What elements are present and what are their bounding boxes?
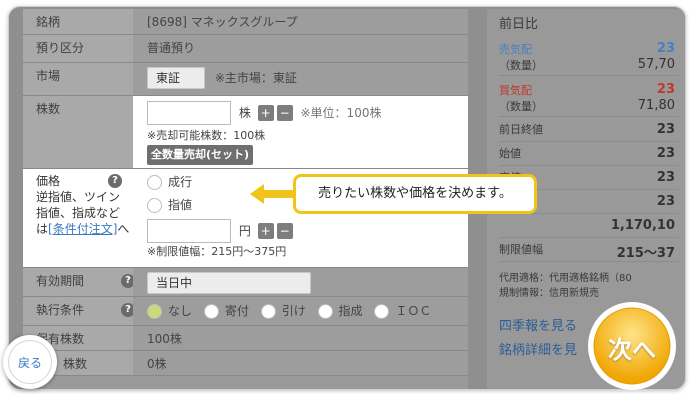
expiry-label: 有効期間 [23,268,133,296]
margin-info: 規制情報：信用新規売 [499,288,599,299]
expiry-select[interactable]: 当日中 [147,272,311,294]
condition-option-label: 引け [281,304,306,318]
quantity-plus-button[interactable]: + [257,105,274,121]
price-label: 価格 [36,174,61,188]
guide-tooltip: 売りたい株数や価格を決めます。 [293,174,537,214]
condition-option-label: ＩＯＣ [395,304,432,318]
next-button[interactable]: 次へ [582,300,682,390]
quantity-input[interactable] [147,101,231,125]
sellable-note: ※売却可能株数：100株 [147,129,266,142]
radio-icon[interactable] [317,304,333,319]
condition-option-label: 指成 [338,304,363,318]
open-label: 始値 [499,147,521,160]
ask-value: 23 [656,41,675,56]
condition-option[interactable]: 引け [260,304,306,319]
condition-cell: なし 寄付 引け 指成 ＩＯＣ [133,297,468,325]
stock-value: [8698] マネックスグループ [133,9,468,34]
radio-icon[interactable] [147,304,162,319]
limit-radio[interactable] [147,198,162,213]
bid-qty: 71,80 [637,98,675,113]
radio-icon[interactable] [260,304,276,319]
prev-close-value: 23 [656,122,675,137]
high-value: 23 [656,170,675,185]
price-range-note: ※制限値幅：215円〜375円 [147,245,287,258]
price-desc-end: へ [117,222,130,236]
bid-label: 買気配 [499,84,532,97]
quantity-cell: 株 + − ※単位：100株 ※売却可能株数：100株 全数量売却(セット) [133,96,468,168]
price-input[interactable] [147,219,231,243]
radio-icon[interactable] [374,304,390,319]
back-label: 戻る [8,340,52,384]
pending-value: 0株 [133,351,468,375]
market-radio[interactable] [147,175,162,190]
limit-option-label: 指値 [168,198,193,212]
holdings-value: 100株 [133,326,468,350]
limit-value: 215〜37 [616,246,675,261]
back-button[interactable]: 戻る [3,335,57,389]
market-option-label: 成行 [168,175,193,189]
quantity-label: 株数 [23,96,133,168]
market-select[interactable]: 東証 [147,67,206,89]
volume-value: 1,170,10 [610,218,675,233]
radio-icon[interactable] [203,304,219,319]
condition-option[interactable]: ＩＯＣ [374,304,432,319]
ask-label: 売気配 [499,43,532,56]
limit-label: 制限値幅 [499,243,543,256]
quantity-unit-note: ※単位：100株 [300,105,382,120]
shikiho-link[interactable]: 四季報を見る [499,315,577,334]
price-unit: 円 [238,223,251,238]
bid-value: 23 [656,82,675,97]
quantity-unit: 株 [238,105,251,120]
market-cell: 東証 ※主市場：東証 [133,63,468,95]
collateral-info: 代用適格：代用適格銘柄（80 [499,273,632,284]
expiry-select-value: 当日中 [156,276,193,290]
sell-all-button[interactable]: 全数量売却(セット) [147,145,254,165]
custody-value: 普通預り [133,35,468,62]
tooltip-text: 売りたい株数や価格を決めます。 [318,186,512,201]
market-note: ※主市場：東証 [214,71,297,85]
condition-option-label: 寄付 [224,304,249,318]
condition-option[interactable]: 寄付 [203,304,249,319]
stock-label: 銘柄 [23,9,133,34]
quantity-minus-button[interactable]: − [276,105,293,121]
market-select-value: 東証 [156,71,181,85]
low-value: 23 [656,194,675,209]
help-icon[interactable]: ? [108,174,122,188]
condition-option[interactable]: 指成 [317,304,363,319]
ask-qty: 57,70 [637,57,675,72]
condition-option-label: なし [168,304,193,318]
expiry-cell: 当日中 [133,268,468,296]
market-label: 市場 [23,63,133,95]
custody-label: 預り区分 [23,35,133,62]
open-value: 23 [656,146,675,161]
next-label: 次へ [608,336,656,364]
prev-change-label: 前日比 [499,17,539,32]
price-plus-button[interactable]: + [257,223,274,239]
tooltip-arrow-icon [250,184,296,204]
stock-detail-link[interactable]: 銘柄詳細を見 [499,339,577,358]
prev-close-label: 前日終値 [499,123,543,136]
conditional-order-link[interactable]: [条件付注文] [48,222,117,236]
price-label-cell: 価格 ? 逆指値、ツイン指値、指成などは[条件付注文]へ [23,169,133,267]
condition-label: 執行条件 [23,297,133,325]
condition-option[interactable]: なし [147,304,193,319]
price-minus-button[interactable]: − [276,223,293,239]
